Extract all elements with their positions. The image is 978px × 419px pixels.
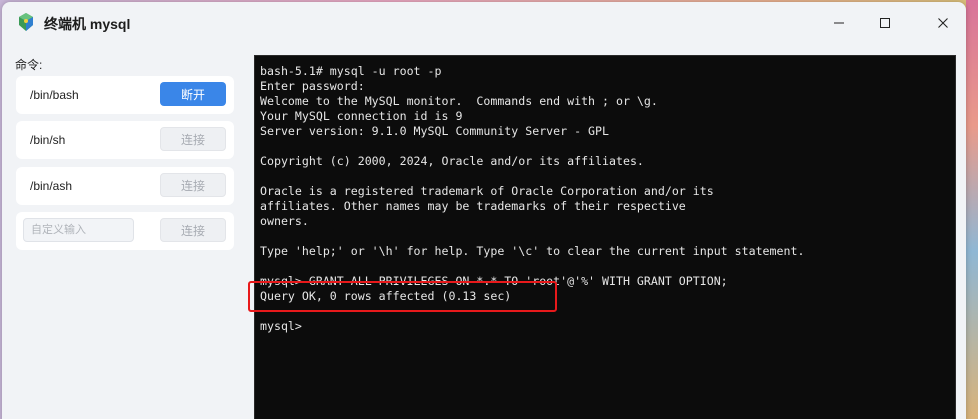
terminal-line: Type 'help;' or '\h' for help. Type '\c'… (260, 244, 805, 258)
command-sidebar: 命令: /bin/bash 断开 /bin/sh 连接 /bin/ash 连接 … (2, 44, 252, 419)
connect-button[interactable]: 连接 (160, 218, 226, 242)
command-name: /bin/bash (30, 88, 79, 102)
maximize-button[interactable] (862, 8, 908, 38)
command-item-sh: /bin/sh 连接 (16, 121, 234, 159)
close-icon (938, 18, 948, 28)
command-name: /bin/ash (30, 179, 73, 193)
custom-command-input[interactable] (23, 218, 134, 242)
terminal-output[interactable]: bash-5.1# mysql -u root -p Enter password… (254, 55, 956, 419)
command-item-custom: 连接 (16, 212, 234, 250)
window-title: 终端机 mysql (44, 16, 131, 32)
terminal-line: Your MySQL connection id is 9 (260, 109, 463, 123)
terminal-line: owners. (260, 214, 309, 228)
desktop-wallpaper-edge (966, 0, 978, 419)
terminal-line: Copyright (c) 2000, 2024, Oracle and/or … (260, 154, 644, 168)
commands-label: 命令: (15, 58, 43, 72)
command-item-bash: /bin/bash 断开 (16, 76, 234, 114)
connect-button[interactable]: 连接 (160, 127, 226, 151)
close-button[interactable] (920, 8, 966, 38)
minimize-button[interactable] (816, 8, 862, 38)
query-ok-highlight (248, 281, 557, 312)
app-window: 终端机 mysql 命令: /bin/bash 断开 /bin/sh 连接 /b… (2, 2, 966, 419)
terminal-line: Enter password: (260, 79, 365, 93)
app-logo-icon (19, 13, 33, 31)
title-bar: 终端机 mysql (2, 2, 966, 44)
terminal-line: Server version: 9.1.0 MySQL Community Se… (260, 124, 610, 138)
minimize-icon (834, 22, 844, 24)
connect-button[interactable]: 连接 (160, 173, 226, 197)
disconnect-button[interactable]: 断开 (160, 82, 226, 106)
terminal-line: mysql> (260, 319, 302, 333)
maximize-icon (880, 18, 890, 28)
command-name: /bin/sh (30, 133, 66, 147)
terminal-line: Welcome to the MySQL monitor. Commands e… (260, 94, 658, 108)
terminal-line: affiliates. Other names may be trademark… (260, 199, 686, 213)
terminal-line: Oracle is a registered trademark of Orac… (260, 184, 714, 198)
command-item-ash: /bin/ash 连接 (16, 167, 234, 205)
terminal-line: bash-5.1# mysql -u root -p (260, 64, 442, 78)
